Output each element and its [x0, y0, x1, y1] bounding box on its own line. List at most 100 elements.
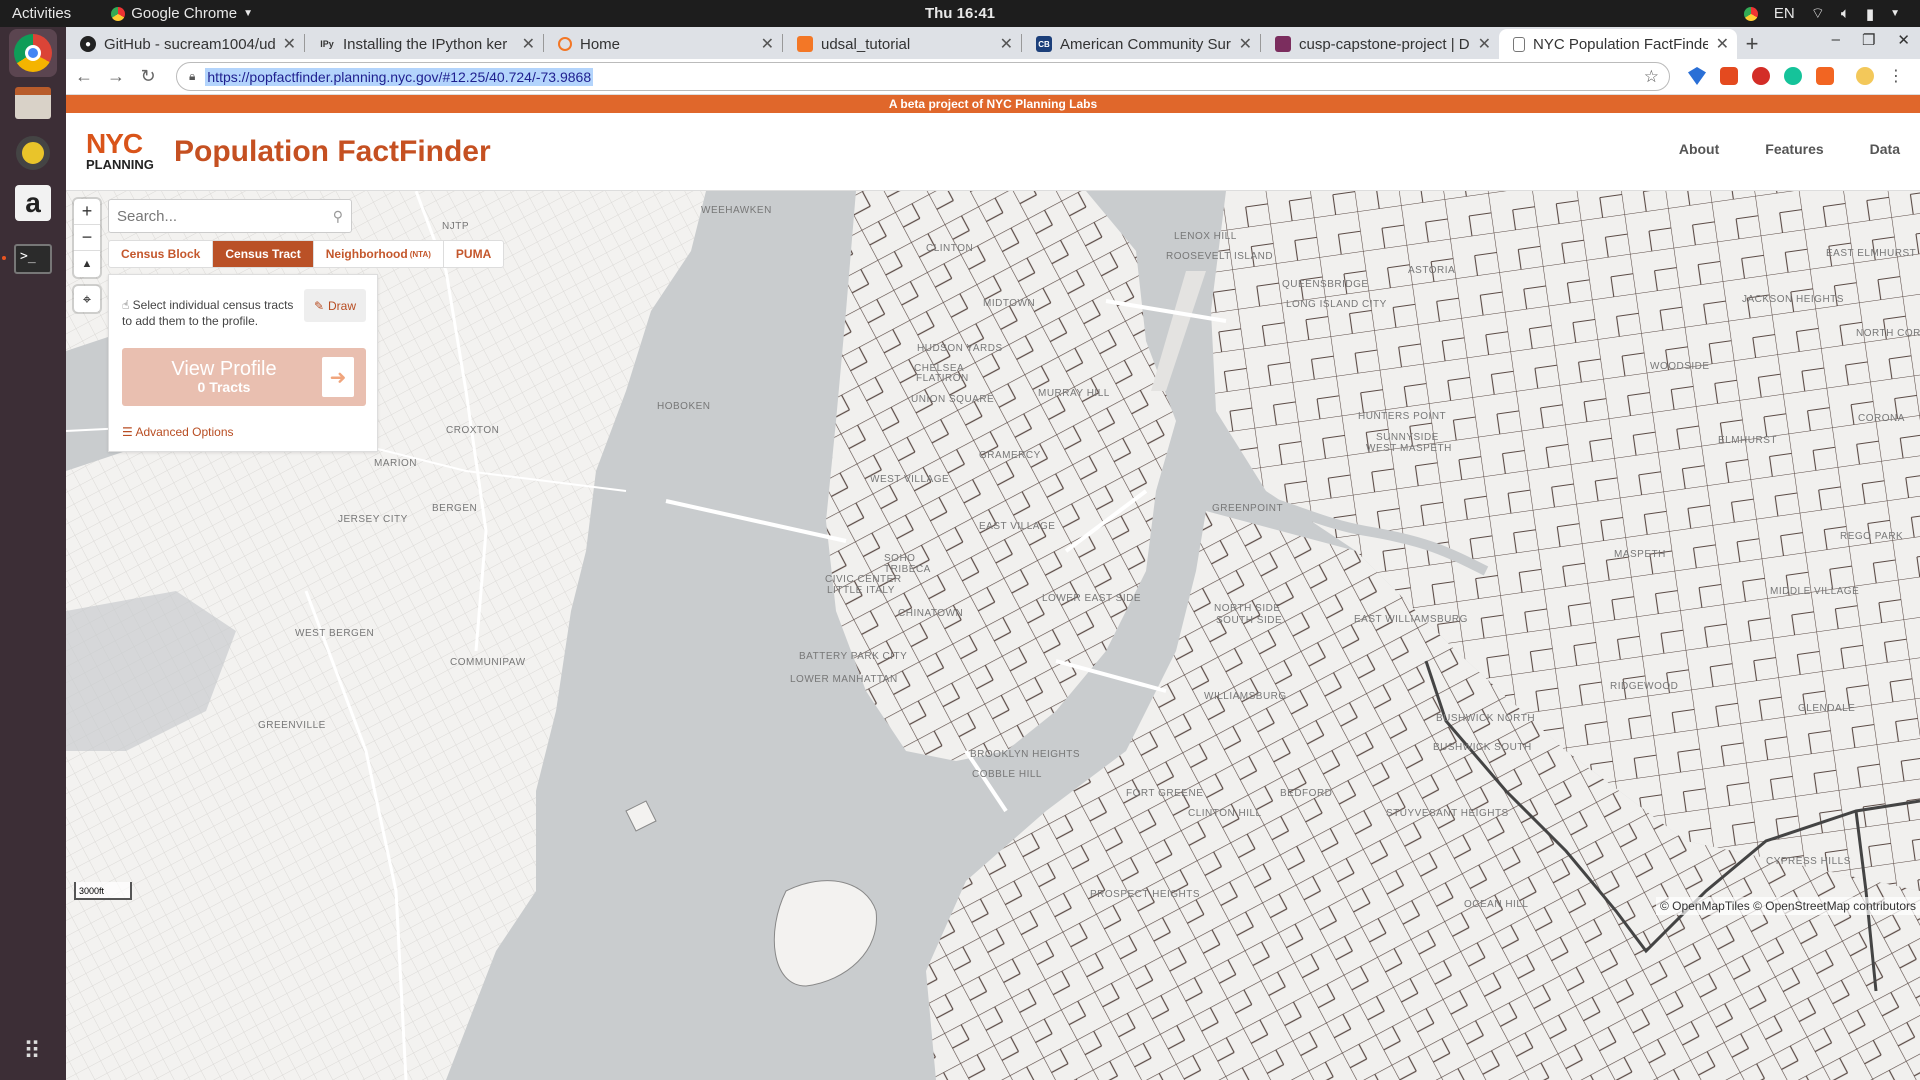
lock-icon[interactable]: 🔒︎: [189, 69, 195, 84]
geolocate-icon[interactable]: ⌖: [74, 286, 100, 312]
nav-about[interactable]: About: [1679, 141, 1719, 157]
rhythmbox-icon[interactable]: [9, 129, 57, 177]
wifi-icon[interactable]: ⌔: [1811, 4, 1825, 23]
map-label: MURRAY HILL: [1038, 388, 1110, 399]
map-label: MARION: [374, 458, 417, 469]
view-profile-button[interactable]: View Profile 0 Tracts ➜: [122, 348, 366, 406]
map-label: HUNTERS POINT: [1358, 411, 1447, 422]
files-icon[interactable]: [9, 79, 57, 127]
tab-census-tract[interactable]: Census Tract: [213, 241, 314, 267]
chevron-down-icon[interactable]: ▼: [1890, 8, 1900, 19]
map-attribution[interactable]: © OpenMapTiles © OpenStreetMap contribut…: [1655, 897, 1920, 915]
map-label: STUYVESANT HEIGHTS: [1386, 808, 1509, 819]
window-controls: – ❐ ✕: [1832, 31, 1910, 49]
tab-factfinder[interactable]: NYC Population FactFinde ✕: [1499, 29, 1737, 59]
nyc-planning-logo[interactable]: NYC PLANNING: [86, 129, 162, 174]
tab-puma[interactable]: PUMA: [444, 241, 503, 267]
selection-instructions: ☝︎ Select individual census tracts to ad…: [122, 297, 297, 329]
map-label: PROSPECT HEIGHTS: [1090, 889, 1201, 900]
compass-north-icon[interactable]: ▲: [74, 251, 100, 277]
zoom-out-button[interactable]: −: [74, 225, 100, 251]
back-icon[interactable]: ←: [68, 61, 100, 93]
extension-office-icon[interactable]: [1720, 67, 1738, 85]
map-label: SOHO: [884, 553, 916, 564]
chrome-tray-icon[interactable]: [1743, 6, 1758, 21]
profile-avatar[interactable]: [1856, 67, 1874, 85]
url-text[interactable]: https://popfactfinder.planning.nyc.gov/#…: [205, 67, 594, 86]
chrome-menu-icon[interactable]: ⋮: [1888, 66, 1904, 86]
show-apps-icon[interactable]: ⠿: [9, 1027, 57, 1075]
map-label: GREENPOINT: [1212, 503, 1284, 514]
tab-acs[interactable]: CB American Community Sur ✕: [1022, 29, 1260, 59]
tract-count: 0 Tracts: [197, 379, 251, 395]
battery-icon[interactable]: ▮: [1866, 5, 1874, 23]
extension-lastpass-icon[interactable]: [1752, 67, 1770, 85]
tab-census-block[interactable]: Census Block: [109, 241, 214, 267]
map-label: HOBOKEN: [657, 401, 711, 412]
forward-icon[interactable]: →: [100, 61, 132, 93]
close-icon[interactable]: ✕: [1000, 34, 1013, 54]
language-indicator[interactable]: EN: [1774, 5, 1795, 22]
draw-button[interactable]: ✎ Draw: [304, 289, 366, 322]
search-icon[interactable]: ⚲: [333, 208, 343, 225]
chevron-down-icon: ▼: [243, 8, 253, 19]
tab-label: Census Block: [121, 247, 201, 261]
map-label: MIDTOWN: [983, 298, 1036, 309]
tab-ipython[interactable]: IPy Installing the IPython ker ✕: [305, 29, 543, 59]
close-icon[interactable]: ✕: [1239, 34, 1252, 54]
zoom-in-button[interactable]: +: [74, 199, 100, 225]
address-bar[interactable]: 🔒︎ https://popfactfinder.planning.nyc.go…: [176, 62, 1670, 91]
tab-label: PUMA: [455, 247, 492, 261]
tab-home[interactable]: Home ✕: [544, 29, 782, 59]
minimize-icon[interactable]: –: [1832, 31, 1840, 49]
map-canvas[interactable]: WEEHAWKEN NJTP HOBOKEN JERSEY CITY BERGE…: [66, 191, 1920, 1080]
app-menu[interactable]: Google Chrome ▼: [111, 5, 253, 22]
tab-label: Census Tract: [225, 247, 301, 261]
terminal-icon[interactable]: >_: [9, 235, 57, 283]
clock[interactable]: Thu 16:41: [925, 5, 995, 22]
close-icon[interactable]: ✕: [761, 34, 774, 54]
map-label: BUSHWICK NORTH: [1436, 713, 1536, 724]
extension-shield-icon[interactable]: [1688, 67, 1706, 85]
page-icon: [1513, 36, 1525, 52]
maximize-icon[interactable]: ❐: [1862, 31, 1875, 49]
map-label: MIDDLE VILLAGE: [1770, 586, 1860, 597]
volume-icon[interactable]: 🔈︎: [1841, 5, 1850, 22]
map-label: GRAMERCY: [979, 450, 1041, 461]
census-icon: CB: [1036, 36, 1052, 52]
map-label: COMMUNIPAW: [450, 657, 526, 668]
extension-rss-icon[interactable]: [1816, 67, 1834, 85]
nav-data[interactable]: Data: [1870, 141, 1900, 157]
map-label: WEST BERGEN: [295, 628, 375, 639]
tab-neighborhood[interactable]: Neighborhood (NTA): [314, 241, 444, 267]
map-label: LITTLE ITALY: [827, 585, 895, 596]
extension-grammarly-icon[interactable]: [1784, 67, 1802, 85]
activities-button[interactable]: Activities: [12, 5, 71, 22]
chrome-launcher-icon[interactable]: [9, 29, 57, 77]
new-tab-button[interactable]: +: [1737, 29, 1767, 59]
tab-github[interactable]: ● GitHub - sucream1004/ud ✕: [66, 29, 304, 59]
project-icon: [1275, 36, 1291, 52]
nav-features[interactable]: Features: [1765, 141, 1823, 157]
map-label: NJTP: [442, 221, 469, 232]
amazon-icon[interactable]: a: [9, 179, 57, 227]
close-window-icon[interactable]: ✕: [1897, 31, 1910, 49]
search-input[interactable]: Search... ⚲: [108, 199, 352, 233]
map-label: BATTERY PARK CITY: [799, 651, 908, 662]
close-icon[interactable]: ✕: [522, 34, 535, 54]
beta-banner[interactable]: A beta project of NYC Planning Labs: [66, 95, 1920, 113]
advanced-options-link[interactable]: ☰ Advanced Options: [122, 425, 234, 439]
close-icon[interactable]: ✕: [283, 34, 296, 54]
reload-icon[interactable]: ↻: [132, 61, 164, 93]
close-icon[interactable]: ✕: [1478, 34, 1491, 54]
map-label: BUSHWICK SOUTH: [1433, 742, 1532, 753]
tab-udsal[interactable]: udsal_tutorial ✕: [783, 29, 1021, 59]
tab-capstone[interactable]: cusp-capstone-project | D ✕: [1261, 29, 1499, 59]
extensions-area: ⋮: [1688, 66, 1904, 86]
site-title[interactable]: Population FactFinder: [174, 135, 491, 169]
system-tray[interactable]: EN ⌔ 🔈︎ ▮ ▼: [1743, 4, 1900, 23]
browser-toolbar: ← → ↻ 🔒︎ https://popfactfinder.planning.…: [66, 59, 1920, 95]
map-label: CORONA: [1858, 413, 1905, 424]
bookmark-star-icon[interactable]: ☆: [1644, 67, 1659, 87]
close-icon[interactable]: ✕: [1716, 34, 1729, 54]
